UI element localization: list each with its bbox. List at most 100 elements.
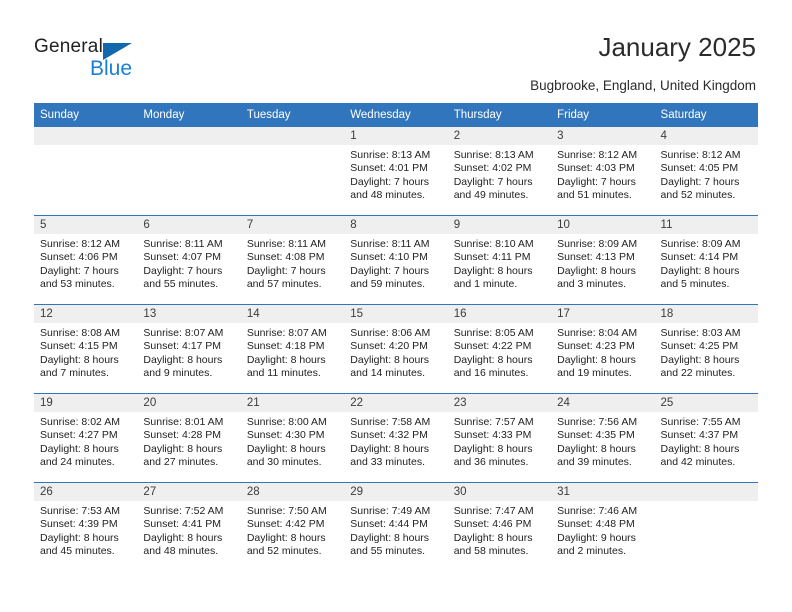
day-cell-content: 22 Sunrise: 7:58 AM Sunset: 4:32 PM Dayligh… <box>344 394 448 482</box>
calendar-day-cell[interactable]: 7 Sunrise: 8:11 AM Sunset: 4:08 PM Daylight… <box>240 215 345 305</box>
day-details: Sunrise: 8:11 AM Sunset: 4:10 PM Daylight:… <box>344 234 447 291</box>
calendar-day-cell[interactable]: 23 Sunrise: 7:57 AM Sunset: 4:33 PM Dayligh… <box>447 393 552 483</box>
calendar-day-cell[interactable]: 14 Sunrise: 8:07 AM Sunset: 4:18 PM Dayligh… <box>240 304 345 394</box>
calendar-day-cell[interactable]: 6 Sunrise: 8:11 AM Sunset: 4:07 PM Daylight… <box>137 215 241 305</box>
sunset-text: Sunset: 4:23 PM <box>557 340 635 353</box>
calendar-body: 1 Sunrise: 8:13 AM Sunset: 4:01 PM Daylight… <box>34 126 758 571</box>
daylight-text-line2: and 57 minutes. <box>246 277 322 290</box>
calendar-day-cell[interactable]: 20 Sunrise: 8:01 AM Sunset: 4:28 PM Dayligh… <box>137 393 241 483</box>
daylight-text-line1: Daylight: 8 hours <box>143 531 223 544</box>
general-blue-logo[interactable]: General Blue <box>34 36 164 82</box>
calendar-day-cell[interactable]: 27 Sunrise: 7:52 AM Sunset: 4:41 PM Dayligh… <box>137 482 241 571</box>
sunset-text: Sunset: 4:17 PM <box>143 340 222 353</box>
calendar-day-cell[interactable]: 28 Sunrise: 7:50 AM Sunset: 4:42 PM Dayligh… <box>240 482 345 571</box>
calendar-day-cell[interactable]: 18 Sunrise: 8:03 AM Sunset: 4:25 PM Dayligh… <box>654 304 758 394</box>
calendar-day-cell[interactable]: 3 Sunrise: 8:12 AM Sunset: 4:03 PM Daylight… <box>551 126 655 216</box>
calendar-day-cell[interactable]: 19 Sunrise: 8:02 AM Sunset: 4:27 PM Dayligh… <box>34 393 138 483</box>
day-number: 24 <box>551 394 655 412</box>
daylight-text-line1: Daylight: 8 hours <box>453 264 533 277</box>
sunset-text: Sunset: 4:37 PM <box>660 429 739 442</box>
sunset-text: Sunset: 4:39 PM <box>40 518 118 531</box>
sunrise-sunset-calendar: Sunday Monday Tuesday Wednesday Thursday… <box>34 103 758 571</box>
calendar-day-cell[interactable]: 21 Sunrise: 8:00 AM Sunset: 4:30 PM Dayligh… <box>240 393 345 483</box>
calendar-day-cell[interactable]: 10 Sunrise: 8:09 AM Sunset: 4:13 PM Dayligh… <box>551 215 655 305</box>
calendar-day-cell[interactable]: 12 Sunrise: 8:08 AM Sunset: 4:15 PM Dayligh… <box>34 304 138 394</box>
day-number <box>654 483 758 501</box>
sunset-text: Sunset: 4:06 PM <box>40 251 118 264</box>
daylight-text-line1: Daylight: 7 hours <box>350 264 430 277</box>
calendar-week-row: 12 Sunrise: 8:08 AM Sunset: 4:15 PM Dayligh… <box>34 304 758 394</box>
weekday-header-saturday: Saturday <box>654 103 758 127</box>
calendar-week-row: 26 Sunrise: 7:53 AM Sunset: 4:39 PM Dayligh… <box>34 482 758 571</box>
daylight-text-line2: and 48 minutes. <box>350 188 425 201</box>
day-details: Sunrise: 8:00 AM Sunset: 4:30 PM Daylight:… <box>241 412 344 469</box>
calendar-day-cell-empty <box>137 126 241 216</box>
calendar-day-cell[interactable]: 9 Sunrise: 8:10 AM Sunset: 4:11 PM Daylight… <box>447 215 552 305</box>
daylight-text-line2: and 45 minutes. <box>40 544 115 557</box>
sunrise-text: Sunrise: 7:46 AM <box>557 505 638 517</box>
daylight-text-line2: and 11 minutes. <box>246 366 321 379</box>
daylight-text-line1: Daylight: 8 hours <box>350 531 430 544</box>
calendar-day-cell[interactable]: 17 Sunrise: 8:04 AM Sunset: 4:23 PM Dayligh… <box>551 304 655 394</box>
day-details: Sunrise: 8:07 AM Sunset: 4:18 PM Daylight:… <box>241 323 344 380</box>
calendar-day-cell[interactable]: 8 Sunrise: 8:11 AM Sunset: 4:10 PM Daylight… <box>344 215 448 305</box>
day-cell-content: 12 Sunrise: 8:08 AM Sunset: 4:15 PM Dayligh… <box>34 305 138 393</box>
calendar-day-cell[interactable]: 30 Sunrise: 7:47 AM Sunset: 4:46 PM Dayligh… <box>447 482 552 571</box>
calendar-day-cell[interactable]: 26 Sunrise: 7:53 AM Sunset: 4:39 PM Dayligh… <box>34 482 138 571</box>
sunrise-text: Sunrise: 8:03 AM <box>660 327 741 339</box>
day-details: Sunrise: 8:11 AM Sunset: 4:08 PM Daylight:… <box>241 234 344 291</box>
daylight-text-line2: and 3 minutes. <box>557 277 626 290</box>
day-cell-content: 16 Sunrise: 8:05 AM Sunset: 4:22 PM Dayligh… <box>447 305 552 393</box>
calendar-day-cell[interactable]: 2 Sunrise: 8:13 AM Sunset: 4:02 PM Daylight… <box>447 126 552 216</box>
page-title: January 2025 <box>598 32 756 62</box>
daylight-text-line1: Daylight: 8 hours <box>40 442 119 455</box>
sunrise-text: Sunrise: 7:49 AM <box>350 505 431 517</box>
sunset-text: Sunset: 4:18 PM <box>246 340 325 353</box>
day-details: Sunrise: 7:53 AM Sunset: 4:39 PM Daylight:… <box>34 501 137 558</box>
sunrise-text: Sunrise: 8:00 AM <box>246 416 327 428</box>
calendar-day-cell[interactable]: 31 Sunrise: 7:46 AM Sunset: 4:48 PM Dayligh… <box>551 482 655 571</box>
calendar-day-cell[interactable]: 11 Sunrise: 8:09 AM Sunset: 4:14 PM Dayligh… <box>654 215 758 305</box>
day-cell-content: 8 Sunrise: 8:11 AM Sunset: 4:10 PM Daylight… <box>344 216 448 304</box>
calendar-day-cell[interactable]: 25 Sunrise: 7:55 AM Sunset: 4:37 PM Dayligh… <box>654 393 758 483</box>
daylight-text-line2: and 55 minutes. <box>143 277 219 290</box>
daylight-text-line1: Daylight: 8 hours <box>453 353 533 366</box>
sunrise-text: Sunrise: 8:13 AM <box>350 149 431 161</box>
day-details: Sunrise: 7:57 AM Sunset: 4:33 PM Daylight:… <box>448 412 551 469</box>
daylight-text-line2: and 51 minutes. <box>557 188 632 201</box>
daylight-text-line2: and 14 minutes. <box>350 366 425 379</box>
calendar-day-cell[interactable]: 13 Sunrise: 8:07 AM Sunset: 4:17 PM Dayligh… <box>137 304 241 394</box>
daylight-text-line2: and 48 minutes. <box>143 544 219 557</box>
sunset-text: Sunset: 4:01 PM <box>350 162 428 175</box>
daylight-text-line2: and 7 minutes. <box>40 366 109 379</box>
day-cell-content: 17 Sunrise: 8:04 AM Sunset: 4:23 PM Dayligh… <box>551 305 655 393</box>
calendar-day-cell[interactable]: 24 Sunrise: 7:56 AM Sunset: 4:35 PM Dayligh… <box>551 393 655 483</box>
calendar-day-cell[interactable]: 22 Sunrise: 7:58 AM Sunset: 4:32 PM Dayligh… <box>344 393 448 483</box>
daylight-text-line2: and 39 minutes. <box>557 455 632 468</box>
sunrise-text: Sunrise: 8:12 AM <box>557 149 638 161</box>
calendar-day-cell[interactable]: 15 Sunrise: 8:06 AM Sunset: 4:20 PM Dayligh… <box>344 304 448 394</box>
sunrise-text: Sunrise: 8:10 AM <box>453 238 534 250</box>
day-cell-content: 2 Sunrise: 8:13 AM Sunset: 4:02 PM Daylight… <box>447 127 552 215</box>
day-cell-content: 18 Sunrise: 8:03 AM Sunset: 4:25 PM Dayligh… <box>654 305 758 393</box>
sunrise-text: Sunrise: 7:50 AM <box>246 505 327 517</box>
calendar-day-cell[interactable]: 16 Sunrise: 8:05 AM Sunset: 4:22 PM Dayligh… <box>447 304 552 394</box>
day-cell-content: 30 Sunrise: 7:47 AM Sunset: 4:46 PM Dayligh… <box>447 483 552 571</box>
calendar-day-cell[interactable]: 5 Sunrise: 8:12 AM Sunset: 4:06 PM Daylight… <box>34 215 138 305</box>
day-details: Sunrise: 8:13 AM Sunset: 4:01 PM Daylight:… <box>344 145 447 202</box>
calendar-day-cell-empty <box>34 126 138 216</box>
daylight-text-line1: Daylight: 8 hours <box>660 442 740 455</box>
day-details: Sunrise: 8:09 AM Sunset: 4:13 PM Daylight:… <box>551 234 654 291</box>
sunrise-text: Sunrise: 7:58 AM <box>350 416 431 428</box>
daylight-text-line1: Daylight: 7 hours <box>453 175 533 188</box>
sunset-text: Sunset: 4:46 PM <box>453 518 532 531</box>
day-number: 14 <box>240 305 345 323</box>
calendar-day-cell[interactable]: 29 Sunrise: 7:49 AM Sunset: 4:44 PM Dayligh… <box>344 482 448 571</box>
day-details: Sunrise: 8:05 AM Sunset: 4:22 PM Daylight:… <box>448 323 551 380</box>
calendar-day-cell[interactable]: 1 Sunrise: 8:13 AM Sunset: 4:01 PM Daylight… <box>344 126 448 216</box>
calendar-day-cell[interactable]: 4 Sunrise: 8:12 AM Sunset: 4:05 PM Daylight… <box>654 126 758 216</box>
calendar-week-row: 19 Sunrise: 8:02 AM Sunset: 4:27 PM Dayligh… <box>34 393 758 483</box>
day-number: 28 <box>240 483 345 501</box>
day-number: 20 <box>137 394 241 412</box>
day-cell-content: 10 Sunrise: 8:09 AM Sunset: 4:13 PM Dayligh… <box>551 216 655 304</box>
